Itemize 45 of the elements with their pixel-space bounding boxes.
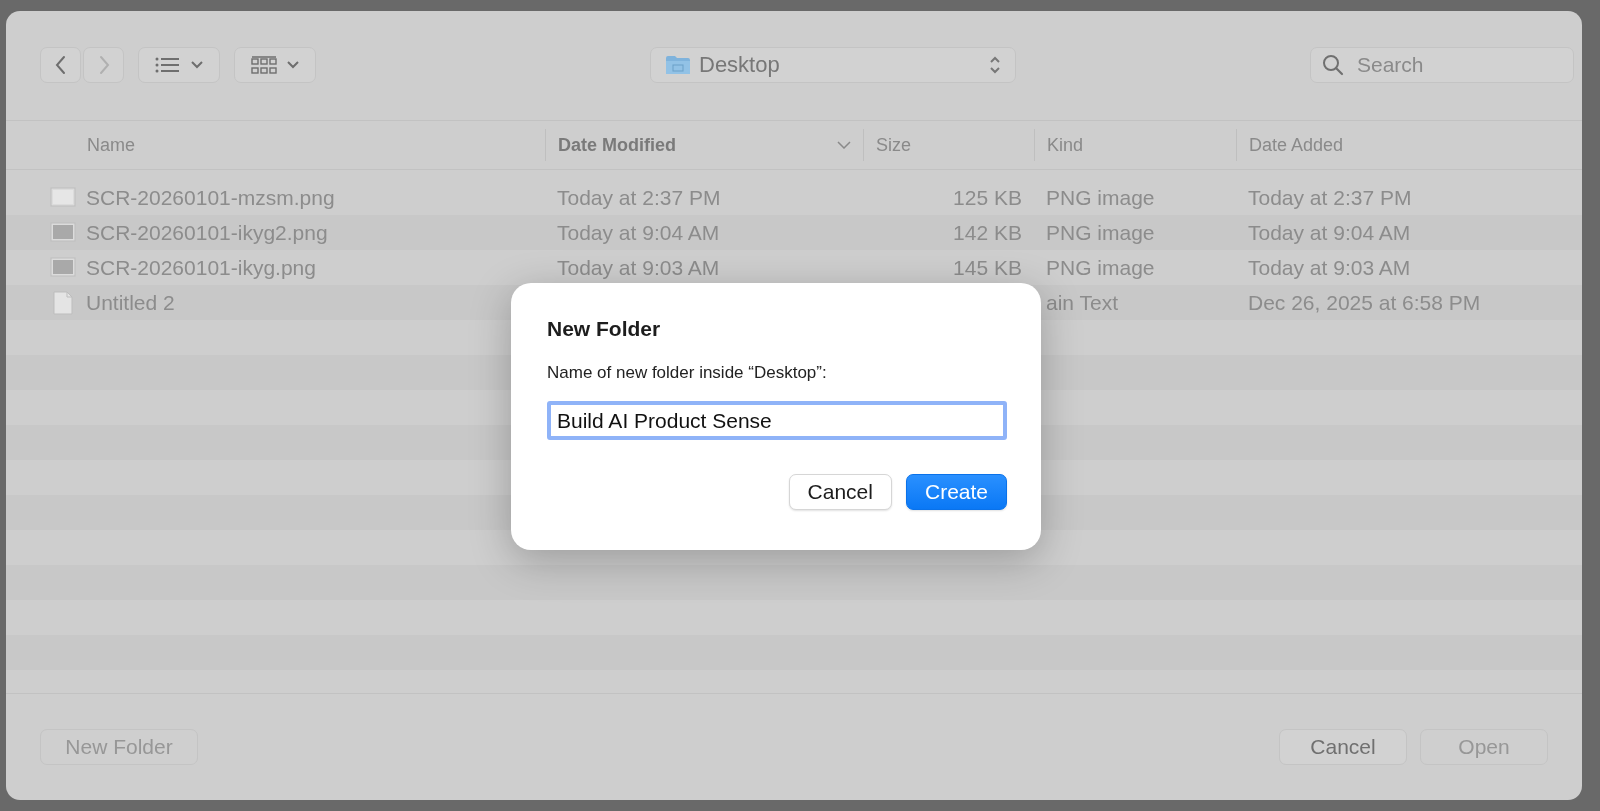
image-file-icon [50, 255, 76, 280]
updown-icon [989, 55, 1001, 75]
column-header[interactable]: Size [863, 129, 1034, 161]
date-added: Dec 26, 2025 at 6:58 PM [1248, 290, 1481, 314]
search-field[interactable]: Search [1310, 47, 1574, 83]
folder-name-field[interactable]: Build AI Product Sense [547, 401, 1007, 440]
date-modified: Today at 2:37 PM [557, 185, 721, 209]
chevron-icon [287, 61, 299, 69]
file-kind: PNG image [1046, 255, 1155, 279]
folder-icon [665, 54, 691, 76]
dialog-title: New Folder [547, 317, 662, 341]
sort-chevron-icon [837, 141, 851, 149]
column-header[interactable]: Name [87, 129, 545, 161]
dialog-prompt: Name of new folder inside “Desktop”: [547, 363, 828, 383]
back-button[interactable] [40, 47, 81, 83]
file-size: 145 KB [953, 255, 1022, 279]
date-modified: Today at 9:03 AM [557, 255, 720, 279]
file-name[interactable]: Untitled 2 [86, 290, 175, 315]
date-modified: Today at 9:04 AM [557, 220, 720, 244]
list-view-button[interactable] [138, 47, 220, 83]
file-kind: PNG image [1046, 185, 1155, 209]
icon-view-button[interactable] [234, 47, 316, 83]
column-header[interactable]: Kind [1034, 129, 1236, 161]
column-header[interactable]: Date Added [1236, 129, 1536, 161]
file-name[interactable]: SCR-20260101-ikyg.png [86, 255, 316, 280]
date-added: Today at 9:04 AM [1248, 220, 1411, 244]
file-size: 142 KB [953, 220, 1022, 244]
grid-icon [251, 56, 277, 74]
file-kind: PNG image [1046, 220, 1155, 244]
footer-button[interactable]: Cancel [1279, 729, 1407, 765]
chevron-left-icon [54, 55, 67, 75]
dialog-button[interactable]: Cancel [788, 474, 892, 510]
date-added: Today at 2:37 PM [1248, 185, 1412, 209]
file-size: 125 KB [953, 185, 1022, 209]
file-name[interactable]: SCR-20260101-mzsm.png [86, 185, 335, 210]
column-header[interactable]: Date Modified [545, 129, 863, 161]
location-popup[interactable]: Desktop [650, 47, 1016, 83]
dialog-button[interactable]: Create [905, 474, 1007, 510]
image-file-icon [50, 185, 76, 210]
chevron-icon [191, 61, 203, 69]
chevron-right-icon [97, 55, 110, 75]
file-name[interactable]: SCR-20260101-ikyg2.png [86, 220, 328, 245]
file-kind: ain Text [1046, 290, 1118, 314]
date-added: Today at 9:03 AM [1248, 255, 1411, 279]
list-icon [155, 56, 181, 74]
